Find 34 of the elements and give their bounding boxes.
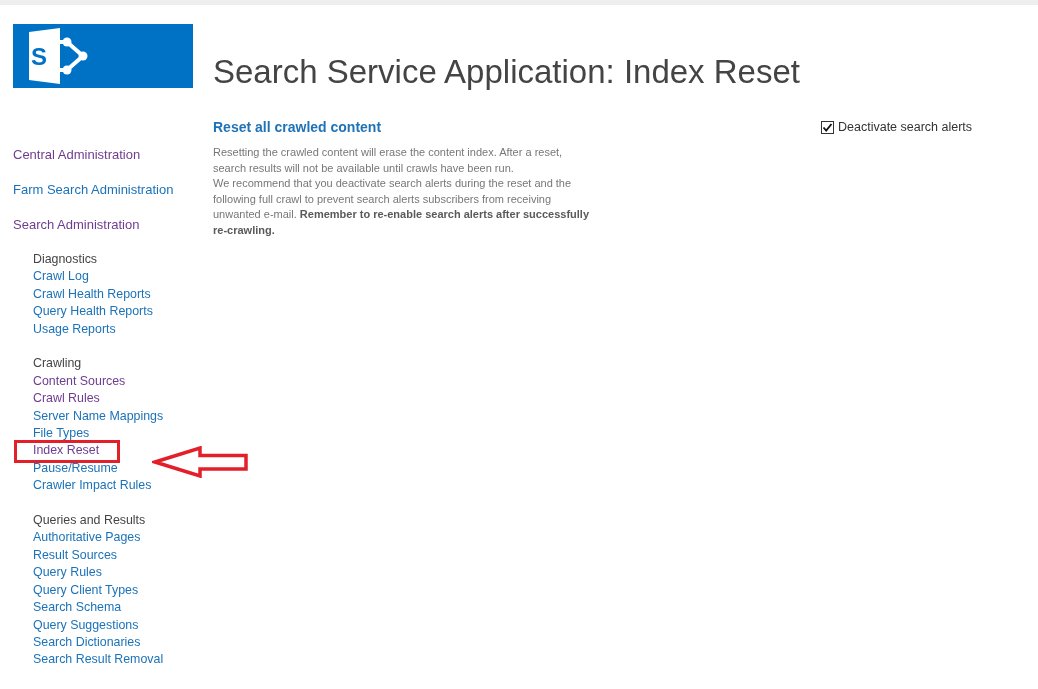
nav-link[interactable]: Crawl Rules (33, 391, 100, 406)
nav-link[interactable]: Pause/Resume (33, 460, 118, 475)
nav-link[interactable]: Index Reset (33, 443, 100, 458)
nav-link[interactable]: Query Health Reports (33, 304, 153, 319)
nav-link[interactable]: Content Sources (33, 373, 126, 388)
nav-link[interactable]: Search Administration (13, 207, 140, 242)
logo-letter: S (31, 45, 47, 69)
nav-link[interactable]: Search Dictionaries (33, 634, 141, 649)
nav-link[interactable]: Query Rules (33, 565, 102, 580)
description-text: We recommend that you deactivate search alerts during the reset and the following full crawl to prevent search alerts subscribers from receiving unwanted e-mail. Remember to re-enable search alerts after successfully re-crawling. (213, 176, 591, 238)
nav-link[interactable]: Crawler Impact Rules (33, 478, 152, 493)
nav-link[interactable]: Authoritative Pages (33, 530, 141, 545)
section-heading: Reset all crawled content (213, 118, 383, 136)
nav-link[interactable]: Central Administration (13, 137, 141, 172)
nav-link[interactable]: Query Client Types (33, 582, 139, 597)
nav-link[interactable]: Usage Reports (33, 321, 116, 336)
description-text: Resetting the crawled content will erase the content index. After a reset, search results will not be available until crawls have been run. (213, 145, 564, 176)
nav-link[interactable]: Server Name Mappings (33, 408, 164, 423)
nav-link[interactable]: Crawl Log (33, 269, 89, 284)
nav-link[interactable]: Crawl Health Reports (33, 286, 151, 301)
checkbox-label: Deactivate search alerts (838, 119, 973, 136)
left-arrow-icon (152, 446, 248, 479)
nav-link[interactable]: Farm Search Administration (13, 172, 174, 207)
nav-link[interactable]: Query Suggestions (33, 617, 139, 632)
nav-group-heading: Diagnostics (33, 251, 98, 268)
logo-icon (28, 28, 88, 84)
checkbox[interactable] (821, 120, 834, 134)
nav-link[interactable]: Search Result Removal (33, 652, 164, 667)
nav-group-heading: Crawling (33, 355, 82, 373)
nav-link[interactable]: File Types (33, 426, 90, 441)
nav-link[interactable]: Search Schema (33, 600, 122, 615)
nav-group-heading: Queries and Results (33, 512, 146, 530)
nav-link[interactable]: Result Sources (33, 547, 118, 562)
page-title: Search Service Application: Index Reset (213, 55, 800, 88)
